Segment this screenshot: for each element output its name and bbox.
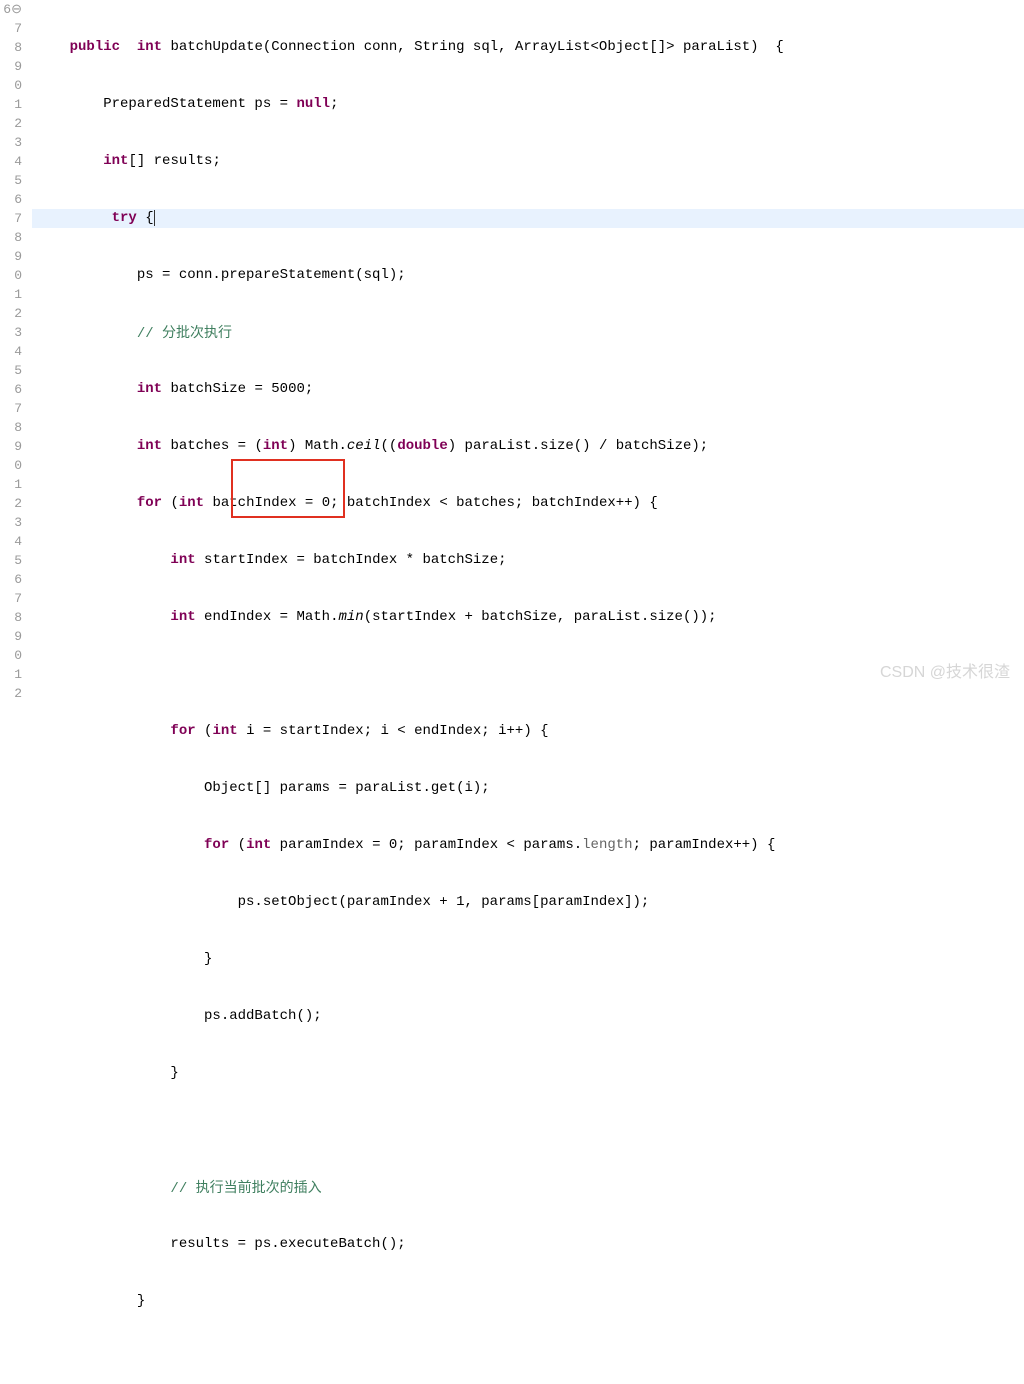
code-line: }: [32, 950, 1024, 969]
code-line: int batches = (int) Math.ceil((double) p…: [32, 437, 1024, 456]
line-number-gutter: 6⊖789012345678901234567890123456789012: [0, 0, 32, 692]
code-line: for (int batchIndex = 0; batchIndex < ba…: [32, 494, 1024, 513]
code-line: }: [32, 1064, 1024, 1083]
code-line: public int batchUpdate(Connection conn, …: [32, 38, 1024, 57]
code-line: int startIndex = batchIndex * batchSize;: [32, 551, 1024, 570]
watermark: CSDN @技术很渣: [880, 658, 1010, 682]
code-line-highlighted: try {: [32, 209, 1024, 228]
code-line: int batchSize = 5000;: [32, 380, 1024, 399]
code-line: [32, 1349, 1024, 1368]
code-line: for (int i = startIndex; i < endIndex; i…: [32, 722, 1024, 741]
code-line: // 执行当前批次的插入: [32, 1178, 1024, 1197]
code-line: int[] results;: [32, 152, 1024, 171]
code-line: }: [32, 1292, 1024, 1311]
code-line: PreparedStatement ps = null;: [32, 95, 1024, 114]
code-line: int endIndex = Math.min(startIndex + bat…: [32, 608, 1024, 627]
code-line: ps.addBatch();: [32, 1007, 1024, 1026]
code-line: // 分批次执行: [32, 323, 1024, 342]
code-editor[interactable]: public int batchUpdate(Connection conn, …: [32, 0, 1024, 692]
code-line: Object[] params = paraList.get(i);: [32, 779, 1024, 798]
code-line: [32, 665, 1024, 684]
code-line: results = ps.executeBatch();: [32, 1235, 1024, 1254]
code-line: ps.setObject(paramIndex + 1, params[para…: [32, 893, 1024, 912]
code-line: for (int paramIndex = 0; paramIndex < pa…: [32, 836, 1024, 855]
code-line: ps = conn.prepareStatement(sql);: [32, 266, 1024, 285]
code-line: [32, 1121, 1024, 1140]
